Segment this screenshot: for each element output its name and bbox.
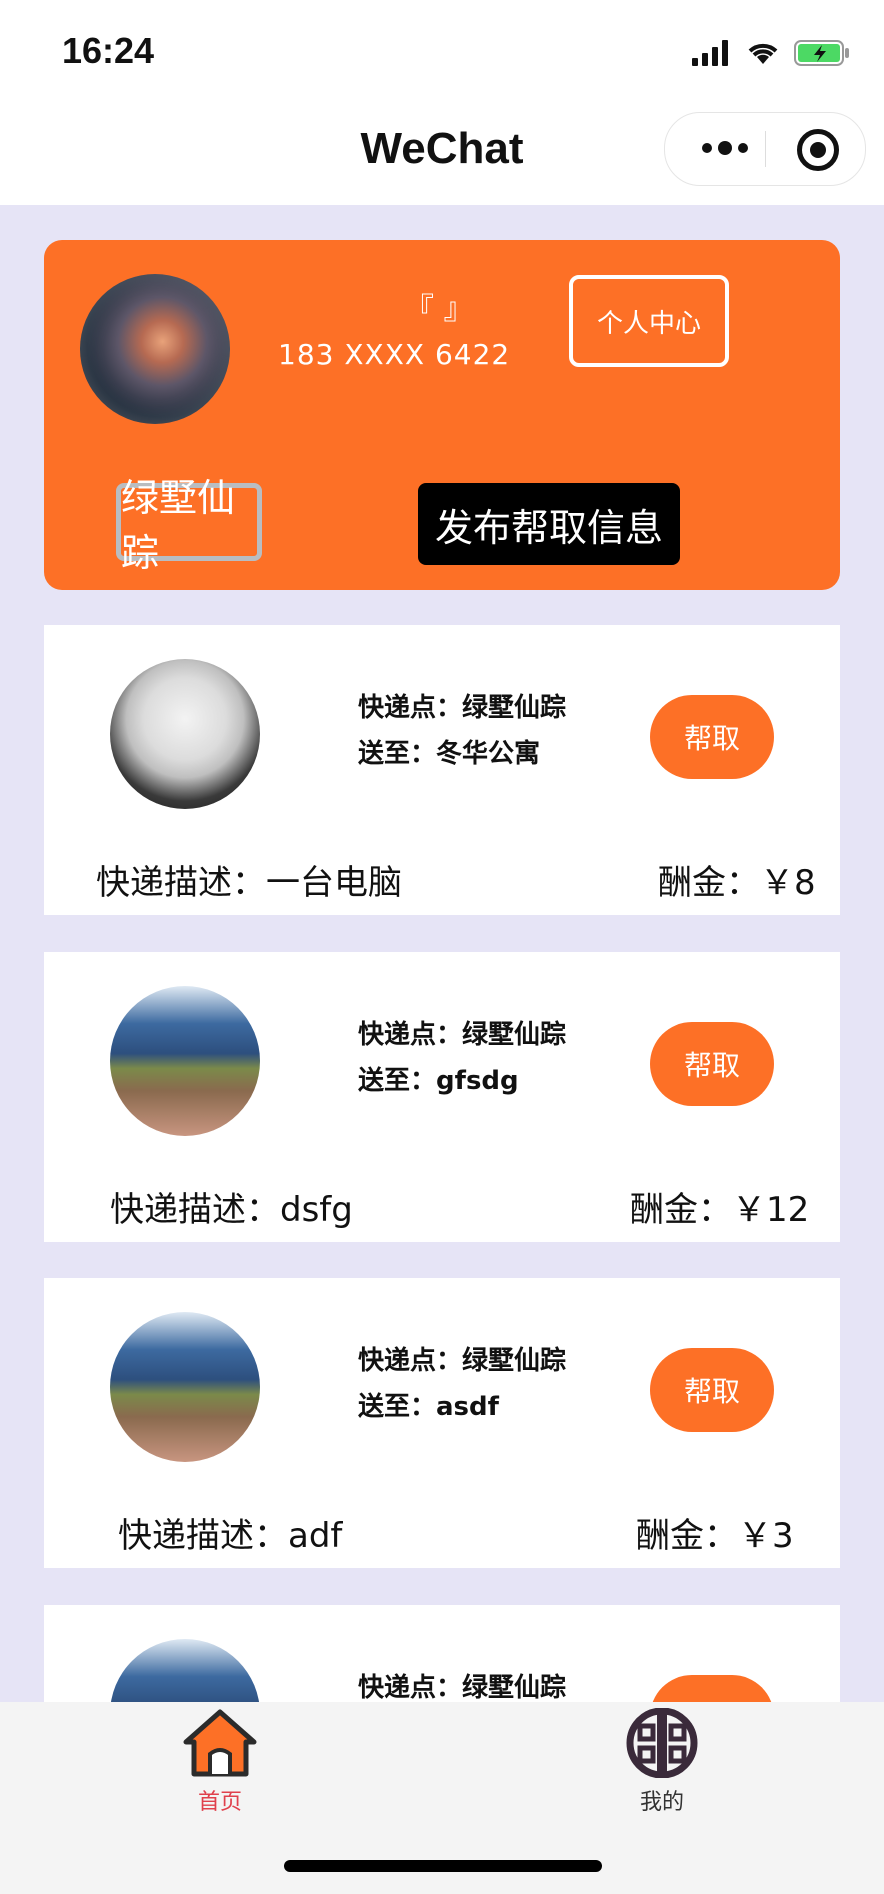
- order-avatar: [110, 986, 260, 1136]
- miniprogram-capsule: [664, 112, 866, 186]
- order-info: 快递点：绿墅仙踪 送至：gfsdg: [358, 1012, 566, 1104]
- deliver-to: 送至：asdf: [358, 1392, 499, 1422]
- battery-icon: [794, 40, 849, 66]
- help-pickup-button[interactable]: 帮取: [650, 695, 774, 779]
- order-info: 快递点：绿墅仙踪 送至：冬华公寓: [358, 685, 566, 777]
- order-card: 快递点：绿墅仙踪 送至：冬华公寓 帮取 快递描述：一台电脑 酬金：￥8: [44, 625, 840, 915]
- close-miniprogram-icon[interactable]: [797, 129, 839, 171]
- home-indicator: [284, 1860, 602, 1872]
- pickup-point: 快递点：绿墅仙踪: [358, 1020, 567, 1050]
- deliver-to: 送至：冬华公寓: [358, 739, 541, 769]
- home-icon: [183, 1709, 257, 1777]
- order-card: 快递点：绿墅仙踪 送至：asdf 帮取 快递描述：adf 酬金：￥3: [44, 1278, 840, 1568]
- order-card: 快递点：绿墅仙踪: [44, 1605, 840, 1702]
- status-bar: 16:24: [0, 0, 884, 100]
- location-button[interactable]: 绿墅仙踪: [116, 476, 262, 575]
- order-info: 快递点：绿墅仙踪 送至：asdf: [358, 1338, 566, 1430]
- nav-bar: WeChat: [0, 100, 884, 205]
- profile-card: 『 』 183 XXXX 6422 个人中心 绿墅仙踪 发布帮取信息: [44, 240, 840, 590]
- reward: 酬金：￥8: [658, 863, 816, 903]
- pickup-point: 快递点：绿墅仙踪: [358, 1673, 567, 1702]
- help-pickup-button[interactable]: [650, 1675, 774, 1702]
- status-icons: [692, 38, 850, 68]
- phone-number: 183 XXXX 6422: [278, 338, 511, 371]
- tab-mine[interactable]: 我的: [602, 1707, 722, 1816]
- signal-icon: [692, 40, 728, 66]
- mine-icon: [626, 1707, 698, 1779]
- capsule-divider: [765, 131, 766, 167]
- deliver-to: 送至：gfsdg: [358, 1066, 519, 1096]
- help-pickup-button[interactable]: 帮取: [650, 1022, 774, 1106]
- tab-home[interactable]: 首页: [160, 1708, 280, 1816]
- status-time: 16:24: [62, 30, 155, 71]
- wifi-icon: [748, 43, 778, 64]
- publish-request-button[interactable]: 发布帮取信息: [418, 483, 680, 565]
- pickup-point: 快递点：绿墅仙踪: [358, 693, 567, 723]
- order-card: 快递点：绿墅仙踪 送至：gfsdg 帮取 快递描述：dsfg 酬金：￥12: [44, 952, 840, 1242]
- avatar: [80, 274, 230, 424]
- nickname: 『 』: [404, 292, 474, 327]
- tab-mine-label: 我的: [639, 1790, 684, 1815]
- order-info: 快递点：绿墅仙踪: [358, 1665, 566, 1702]
- personal-center-button[interactable]: 个人中心: [569, 275, 729, 367]
- package-description: 快递描述：dsfg: [110, 1190, 353, 1230]
- reward: 酬金：￥12: [630, 1190, 810, 1230]
- package-description: 快递描述：一台电脑: [96, 863, 402, 903]
- more-icon[interactable]: [695, 133, 755, 163]
- help-pickup-button[interactable]: 帮取: [650, 1348, 774, 1432]
- order-avatar: [110, 659, 260, 809]
- reward: 酬金：￥3: [636, 1516, 794, 1556]
- pickup-point: 快递点：绿墅仙踪: [358, 1346, 567, 1376]
- order-avatar: [110, 1312, 260, 1462]
- tab-home-label: 首页: [197, 1790, 242, 1815]
- order-avatar: [110, 1639, 260, 1702]
- package-description: 快递描述：adf: [118, 1516, 343, 1556]
